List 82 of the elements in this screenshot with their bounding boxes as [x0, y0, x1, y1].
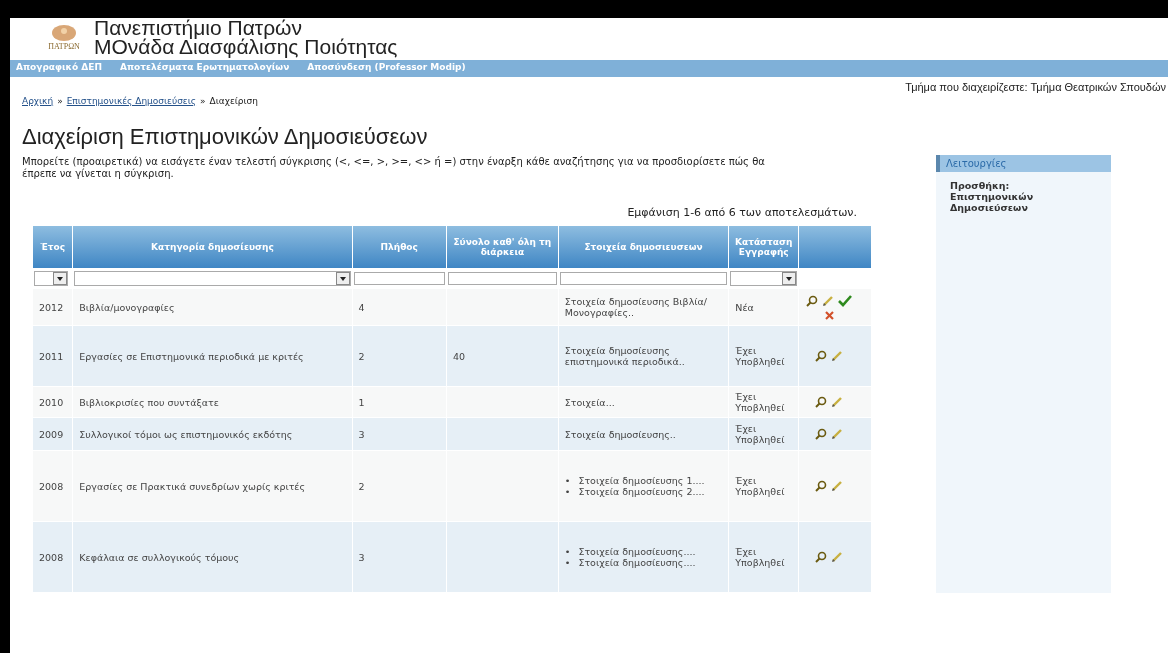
sidebar-link[interactable]: Προσθήκη: Επιστημονικών Δημοσιεύσεων — [936, 172, 1074, 213]
table-cell: 2012 — [33, 289, 73, 325]
table-cell: Εργασίες σε Πρακτικά συνεδρίων χωρίς κριτές — [73, 451, 352, 521]
intro-text: Μπορείτε (προαιρετικά) να εισάγετε έναν τελεστή σύγκρισης (<, <=, >, >=, <> ή =) στην έναρξη κάθε αναζήτησης για να προσδιορίσετε πώς θα έπρεπε να γίνεται η σύγκριση. — [22, 156, 766, 180]
breadcrumb-separator: » — [200, 96, 206, 106]
details-text: Στοιχεία δημοσίευσης.. — [564, 428, 676, 440]
pencil-icon[interactable] — [822, 294, 835, 307]
bullet-marker: • — [564, 486, 571, 497]
bullet-marker: • — [564, 557, 571, 568]
results-summary: Εμφάνιση 1-6 από 6 των αποτελεσμάτων. — [626, 206, 857, 219]
site-title: Πανεπιστήμιο Πατρών — [94, 18, 303, 37]
breadcrumb-link[interactable]: Επιστημονικές Δημοσιεύσεις — [66, 96, 197, 106]
breadcrumb-link[interactable]: Αρχική — [22, 96, 54, 106]
details-item: Στοιχεία δημοσίευσης 2.... — [578, 486, 705, 497]
filter-select[interactable] — [730, 271, 798, 286]
column-header: Πλήθος — [352, 226, 446, 268]
details-text: Στοιχεία... — [564, 396, 615, 408]
pencil-icon[interactable] — [831, 551, 844, 563]
magnifier-icon[interactable] — [815, 428, 828, 440]
filter-input[interactable] — [559, 272, 728, 285]
breadcrumb-current: Διαχείριση — [209, 96, 258, 106]
checkmark-icon[interactable] — [838, 294, 853, 307]
table-cell: 2009 — [33, 418, 73, 450]
table-cell: 40 — [446, 326, 558, 386]
filter-input[interactable] — [447, 272, 557, 285]
table-cell: 2008 — [33, 522, 73, 592]
sidebar-title: Λειτουργίες — [936, 155, 1111, 172]
column-header: Σύνολο καθ' όλη τη διάρκεια — [446, 226, 558, 268]
table-cell: Βιβλία/μονογραφίες — [73, 289, 352, 325]
pencil-icon[interactable] — [831, 480, 844, 492]
table-cell: Έχει Υποβληθεί — [729, 326, 799, 386]
table-cell: Έχει Υποβληθεί — [729, 522, 799, 592]
details-text: Στοιχεία δημοσίευσης Βιβλία/Μονογραφίες.. — [564, 296, 707, 318]
column-header: Κατάσταση Εγγραφής — [729, 226, 799, 268]
details-item: Στοιχεία δημοσίευσης.... — [578, 557, 696, 568]
table-cell: Εργασίες σε Επιστημονικά περιοδικά με κριτές — [73, 326, 352, 386]
delete-icon[interactable] — [824, 310, 834, 320]
column-header: Κατηγορία δημοσίευσης — [73, 226, 352, 268]
department-label: Τμήμα που διαχειρίζεστε: Τμήμα Θεατρικών Σπουδών — [904, 80, 1166, 93]
site-subtitle: ΜΟνάδα Διασφάλισης Ποιότητας — [94, 37, 398, 56]
filter-select[interactable] — [34, 271, 68, 286]
table-cell: 4 — [352, 289, 446, 325]
pencil-icon[interactable] — [831, 396, 844, 408]
table-cell: Έχει Υποβληθεί — [729, 387, 799, 417]
table-cell: Νέα — [729, 289, 799, 325]
filter-input[interactable] — [353, 272, 445, 285]
details-item: Στοιχεία δημοσίευσης.... — [578, 546, 696, 557]
bullet-marker: • — [564, 475, 571, 486]
pencil-icon[interactable] — [831, 350, 844, 362]
dropdown-arrow-icon — [339, 276, 346, 281]
breadcrumb-separator: » — [57, 96, 63, 106]
logo-text: ΠΑΤΡΩΝ — [48, 41, 80, 51]
bullet-marker: • — [564, 546, 571, 557]
table-cell: Έχει Υποβληθεί — [729, 418, 799, 450]
table-cell: 1 — [352, 387, 446, 417]
crest-icon — [51, 23, 77, 42]
details-text: Στοιχεία δημοσίευσης επιστημονικά περιοδικά.. — [564, 345, 685, 367]
magnifier-icon[interactable] — [806, 294, 819, 307]
column-header: Στοιχεία δημοσιευσεων — [558, 226, 729, 268]
magnifier-icon[interactable] — [815, 350, 828, 362]
table-cell: 2 — [352, 326, 446, 386]
table-cell: 2 — [352, 451, 446, 521]
table-cell: 2011 — [33, 326, 73, 386]
magnifier-icon[interactable] — [815, 480, 828, 492]
dropdown-arrow-icon — [57, 276, 63, 281]
details-item: Στοιχεία δημοσίευσης 1.... — [578, 475, 705, 486]
pencil-icon[interactable] — [831, 428, 844, 440]
column-header — [799, 226, 871, 268]
table-cell: Βιβλιοκρισίες που συντάξατε — [73, 387, 352, 417]
table-cell: Κεφάλαια σε συλλογικούς τόμους — [73, 522, 352, 592]
table-cell: 2008 — [33, 451, 73, 521]
table-cell: 3 — [352, 522, 446, 592]
page-title: Διαχείριση Επιστημονικών Δημοσιεύσεων — [22, 124, 429, 150]
dropdown-arrow-icon — [786, 276, 793, 281]
filter-select[interactable] — [74, 271, 351, 286]
table-cell: 2010 — [33, 387, 73, 417]
table-cell: Συλλογικοί τόμοι ως επιστημονικός εκδότης — [73, 418, 352, 450]
table-cell: 3 — [352, 418, 446, 450]
column-header: Έτος — [33, 226, 73, 268]
table-cell: Έχει Υποβληθεί — [729, 451, 799, 521]
magnifier-icon[interactable] — [815, 551, 828, 563]
magnifier-icon[interactable] — [815, 396, 828, 408]
